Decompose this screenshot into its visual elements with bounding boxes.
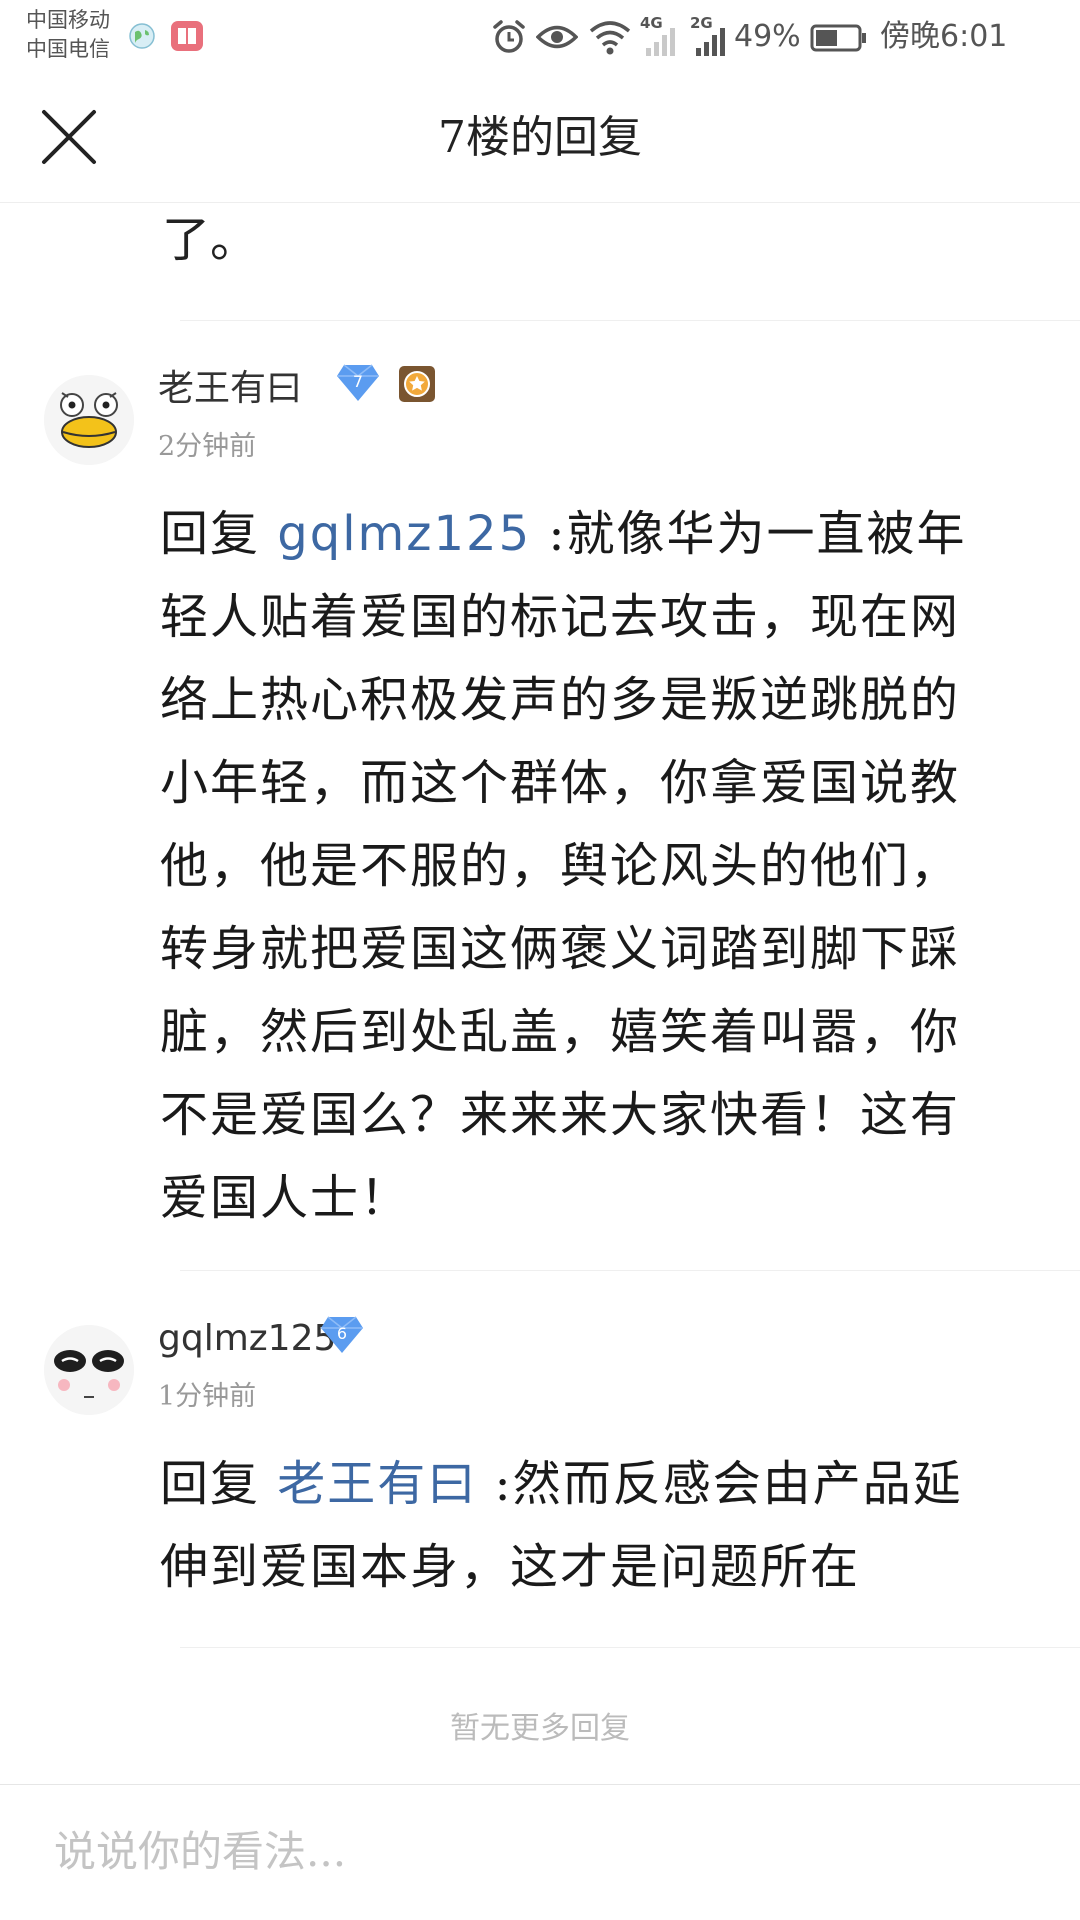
reply-body: 回复 gqlmz125 :就像华为一直被年轻人贴着爱国的标记去攻击，现在网络上热… (160, 493, 1000, 1240)
level-badge-icon: 7 (337, 364, 379, 401)
duck-avatar-icon (44, 375, 134, 465)
reply-item: gqlmz125 6 1分钟前 回复 老王有曰 :然而反感会由产品延伸到爱国本身… (0, 1303, 1080, 1663)
mention-link[interactable]: 老王有曰 (277, 1456, 477, 1512)
divider (180, 320, 1080, 321)
mention-link[interactable]: gqlmz125 (277, 506, 531, 562)
panda-avatar-icon (44, 1325, 134, 1415)
battery-icon (810, 24, 866, 52)
reply-content: :就像华为一直被年轻人贴着爱国的标记去攻击，现在网络上热心积极发声的多是叛逆跳脱… (160, 506, 967, 1226)
app-icon (171, 21, 203, 51)
status-bar: 中国移动 中国电信 4G 2G 49% 傍晚6:01 (0, 0, 1080, 78)
status-right: 4G 2G 49% 傍晚6:01 (490, 12, 1060, 62)
screen: 中国移动 中国电信 4G 2G 49% 傍晚6:01 7楼的回复 了。 老王有曰… (0, 0, 1080, 1920)
level-number: 6 (337, 1324, 347, 1343)
battery-percent: 49% (734, 19, 801, 54)
timestamp: 2分钟前 (158, 431, 257, 462)
comment-bar (0, 1784, 1080, 1920)
reply-body: 回复 老王有曰 :然而反感会由产品延伸到爱国本身，这才是问题所在 (160, 1443, 1000, 1609)
level-badge-icon: 6 (321, 1316, 363, 1353)
signal-icon (696, 28, 725, 56)
divider (180, 1270, 1080, 1271)
level-number: 7 (353, 372, 363, 391)
divider (180, 1647, 1080, 1648)
timestamp: 1分钟前 (158, 1381, 257, 1412)
avatar[interactable] (44, 375, 134, 465)
no-more-replies: 暂无更多回复 (450, 1711, 630, 1746)
wifi-icon (589, 21, 631, 55)
comment-input[interactable] (52, 1815, 1036, 1887)
carrier-1: 中国移动 (26, 8, 110, 32)
status-time: 傍晚6:01 (880, 19, 1008, 54)
carrier-block: 中国移动 中国电信 (26, 6, 110, 64)
username[interactable]: gqlmz125 (158, 1315, 336, 1363)
earth-icon (129, 23, 155, 49)
previous-text-tail: 了。 (162, 212, 259, 268)
signal-icon (646, 28, 675, 56)
reply-item: 老王有曰 7 2分钟前 回复 gqlmz125 :就像华为一直被年轻人贴着爱国的… (0, 353, 1080, 1363)
reply-prefix: 回复 (160, 1456, 278, 1512)
top-bar: 7楼的回复 (0, 78, 1080, 203)
carrier-2: 中国电信 (26, 37, 110, 61)
medal-icon (399, 366, 435, 402)
eye-icon (536, 25, 578, 49)
reply-prefix: 回复 (160, 506, 278, 562)
page-title: 7楼的回复 (438, 112, 642, 163)
username[interactable]: 老王有曰 (158, 365, 302, 413)
alarm-icon (493, 20, 525, 53)
avatar[interactable] (44, 1325, 134, 1415)
